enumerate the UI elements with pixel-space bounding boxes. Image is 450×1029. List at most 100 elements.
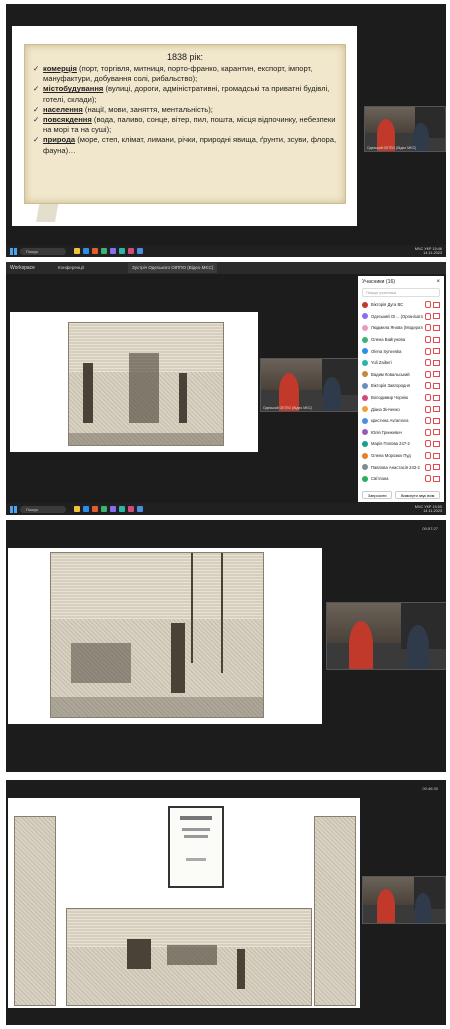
mic-muted-icon[interactable] (425, 359, 431, 367)
speaker-figure (407, 625, 429, 669)
app-icon[interactable] (83, 248, 89, 254)
title-bar: Workspace Конференції Зустріч Одеського … (6, 262, 446, 274)
bullet-population: ✓ населення (нації, мови, заняття, ментал… (33, 105, 339, 115)
camera-off-icon[interactable] (433, 452, 440, 459)
check-icon: ✓ (33, 104, 40, 114)
participant-row[interactable]: Вікторія Завгородня (358, 380, 444, 392)
camera-off-icon[interactable] (433, 336, 440, 343)
app-icon[interactable] (101, 506, 107, 512)
participant-row[interactable]: Володимир Чорнію (358, 392, 444, 404)
app-icon[interactable] (119, 506, 125, 512)
camera-off-icon[interactable] (433, 301, 440, 308)
participant-name: кристина Avramova (371, 418, 409, 424)
participant-row[interactable]: Olena Synevska (358, 345, 444, 357)
windows-start-icon[interactable] (10, 247, 17, 255)
app-icon[interactable] (83, 506, 89, 512)
speaker-video[interactable]: Одеський ОІППО (Відео МЄС) (364, 106, 446, 152)
app-icon[interactable] (110, 506, 116, 512)
camera-off-icon[interactable] (433, 348, 440, 355)
book-title-page (168, 806, 224, 888)
participant-row[interactable]: Одеський ОІ… (Організатор) (358, 311, 444, 323)
bullet-term: повсякдення (43, 115, 92, 125)
mic-muted-icon[interactable] (425, 324, 431, 332)
camera-off-icon[interactable] (433, 429, 440, 436)
mic-muted-icon[interactable] (425, 428, 431, 436)
participant-row[interactable]: Олена Морозюк Пуд (358, 450, 444, 462)
system-tray: МЧС УКР 15:50 14.11.2023 (415, 505, 442, 514)
weather-label: МЧС (414, 246, 424, 251)
avatar (362, 417, 368, 424)
mic-muted-icon[interactable] (425, 405, 431, 413)
speaker-video[interactable] (326, 602, 446, 670)
participant-name: Вікторія Дуга ВС (371, 302, 404, 308)
weather-label: МЧС (414, 504, 424, 509)
mic-muted-icon[interactable] (425, 301, 431, 309)
speaker-video[interactable] (362, 876, 446, 924)
app-icon[interactable] (137, 506, 143, 512)
mic-muted-icon[interactable] (425, 463, 431, 471)
mic-muted-icon[interactable] (425, 394, 431, 402)
avatar (362, 313, 368, 320)
participant-row[interactable]: Людмила Янова (Модератор) (358, 322, 444, 334)
taskbar-search[interactable]: Пошук (20, 247, 66, 255)
camera-off-icon[interactable] (433, 382, 440, 389)
app-icon[interactable] (101, 248, 107, 254)
mic-muted-icon[interactable] (425, 452, 431, 460)
camera-off-icon[interactable] (433, 464, 440, 471)
mic-muted-icon[interactable] (425, 382, 431, 390)
mic-muted-icon[interactable] (425, 312, 431, 320)
participant-row[interactable]: Юлія Гринкевич (358, 427, 444, 439)
avatar (362, 336, 368, 343)
tab-conferences[interactable]: Конференції (58, 265, 84, 270)
app-icon[interactable] (128, 248, 134, 254)
app-icon[interactable] (92, 248, 98, 254)
tab-meeting[interactable]: Зустріч Одеського ОІППО (Відео МЄС) (128, 263, 218, 273)
participant-row[interactable]: Yuli Zaiberi (358, 357, 444, 369)
app-icon[interactable] (110, 248, 116, 254)
participant-name: Юлія Гринкевич (371, 429, 402, 435)
participant-search-input[interactable]: Пошук учасника (362, 288, 440, 297)
camera-off-icon[interactable] (433, 475, 440, 482)
participant-row[interactable]: Діана Зінченко (358, 403, 444, 415)
mic-muted-icon[interactable] (425, 370, 431, 378)
participant-row[interactable]: Марія Попова 247-2 (358, 438, 444, 450)
camera-off-icon[interactable] (433, 417, 440, 424)
app-icon[interactable] (74, 506, 80, 512)
system-tray: МЧС УКР 15:46 14.11.2023 (415, 247, 442, 256)
camera-off-icon[interactable] (433, 440, 440, 447)
mic-muted-icon[interactable] (425, 440, 431, 448)
mic-muted-icon[interactable] (425, 417, 431, 425)
mic-muted-icon[interactable] (425, 347, 431, 355)
check-icon: ✓ (33, 64, 40, 73)
participant-row[interactable]: Вікторія Дуга ВС (358, 299, 444, 311)
mute-all-button[interactable]: Вимкнути звук всім (395, 491, 440, 499)
app-icon[interactable] (137, 248, 143, 254)
participant-row[interactable]: Павлова Анастасія 243-2 (358, 461, 444, 473)
taskbar-search[interactable]: Пошук (20, 505, 66, 513)
camera-off-icon[interactable] (433, 324, 440, 331)
participant-row[interactable]: Світлана (358, 473, 444, 485)
bullet-text: (море, степ, клімат, лимани, річки, прир… (43, 135, 337, 155)
app-icon[interactable] (74, 248, 80, 254)
bullet-term: комерція (43, 64, 77, 73)
mic-muted-icon[interactable] (425, 336, 431, 344)
app-icon[interactable] (128, 506, 134, 512)
participant-row[interactable]: кристина Avramova (358, 415, 444, 427)
clock-time: 15:46 (432, 246, 442, 251)
camera-off-icon[interactable] (433, 371, 440, 378)
camera-off-icon[interactable] (433, 406, 440, 413)
close-icon[interactable]: × (436, 279, 440, 285)
camera-off-icon[interactable] (433, 394, 440, 401)
invite-button[interactable]: Запросити (362, 491, 393, 499)
app-icon[interactable] (119, 248, 125, 254)
speaker-figure (415, 893, 431, 923)
participant-row[interactable]: Олена Вайгунова (358, 334, 444, 346)
participant-row[interactable]: Вадим Ковальський (358, 369, 444, 381)
check-icon: ✓ (33, 135, 40, 145)
speaker-video[interactable]: Одеський ОІППО (Відео МЄС) (260, 358, 360, 412)
app-icon[interactable] (92, 506, 98, 512)
camera-off-icon[interactable] (433, 313, 440, 320)
camera-off-icon[interactable] (433, 359, 440, 366)
windows-start-icon[interactable] (10, 505, 17, 513)
mic-muted-icon[interactable] (425, 475, 431, 483)
